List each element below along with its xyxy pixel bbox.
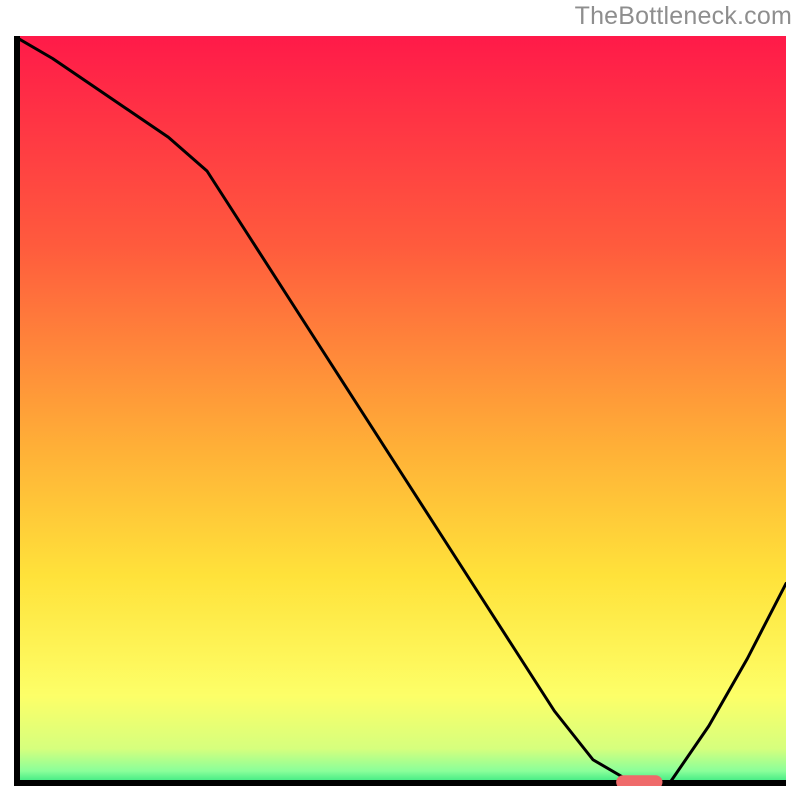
chart-container: TheBottleneck.com xyxy=(0,0,800,800)
watermark-text: TheBottleneck.com xyxy=(575,2,792,31)
optimal-marker xyxy=(616,775,662,786)
heatmap-gradient xyxy=(14,36,786,786)
chart-svg xyxy=(14,36,786,786)
plot-area xyxy=(14,36,786,786)
